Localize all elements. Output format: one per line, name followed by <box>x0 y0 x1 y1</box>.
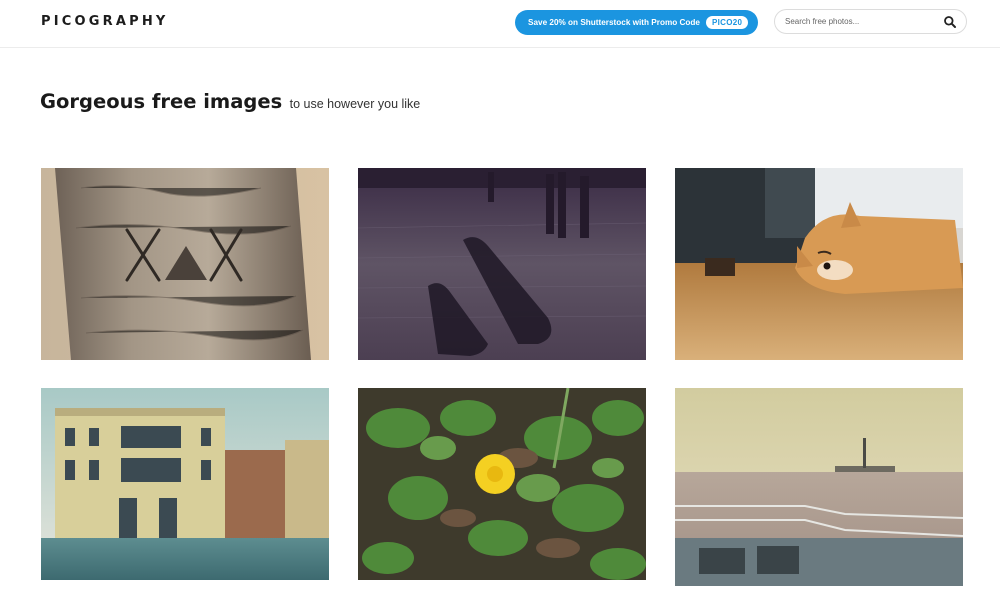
search-input[interactable] <box>785 11 935 32</box>
photo-tree-bark-carving[interactable] <box>41 168 329 360</box>
search-bar <box>774 9 967 34</box>
headline-subtext: to use however you like <box>289 97 421 111</box>
site-logo[interactable]: PICOGRAPHY <box>41 14 169 29</box>
photo-yellow-dandelion[interactable] <box>358 388 646 580</box>
photo-street-shadows[interactable] <box>358 168 646 360</box>
promo-code-badge: PICO20 <box>705 16 749 29</box>
headline-strong: Gorgeous free images <box>40 90 283 113</box>
search-icon[interactable] <box>943 15 957 29</box>
photo-shiba-dog[interactable] <box>675 168 963 360</box>
site-header: PICOGRAPHY Save 20% on Shutterstock with… <box>0 0 1000 48</box>
photo-ferry-liberty[interactable] <box>675 388 963 586</box>
promo-text: Save 20% on Shutterstock with Promo Code <box>528 18 700 27</box>
promo-banner-button[interactable]: Save 20% on Shutterstock with Promo Code… <box>515 10 758 35</box>
photo-venice-palazzo[interactable] <box>41 388 329 580</box>
page-headline: Gorgeous free images to use however you … <box>40 90 420 113</box>
